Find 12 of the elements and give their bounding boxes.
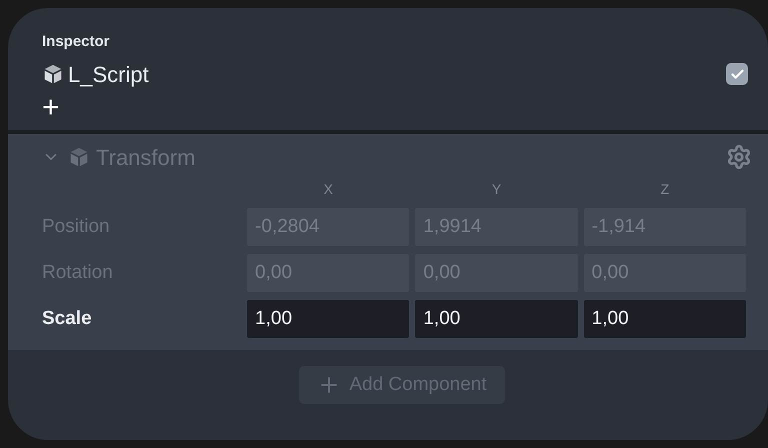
add-button[interactable]: + <box>42 92 70 124</box>
axis-label: X <box>322 180 334 199</box>
axis-label: Y <box>490 180 502 199</box>
settings-icon[interactable] <box>726 144 752 170</box>
enabled-checkbox[interactable] <box>726 63 748 85</box>
cube-icon <box>68 146 90 168</box>
panel-title: Inspector <box>42 32 111 52</box>
object-name: L_Script <box>68 60 149 89</box>
row-label: Scale <box>42 306 93 331</box>
check-icon <box>730 66 744 82</box>
cube-icon <box>42 63 64 85</box>
axis-label: Z <box>660 180 670 199</box>
